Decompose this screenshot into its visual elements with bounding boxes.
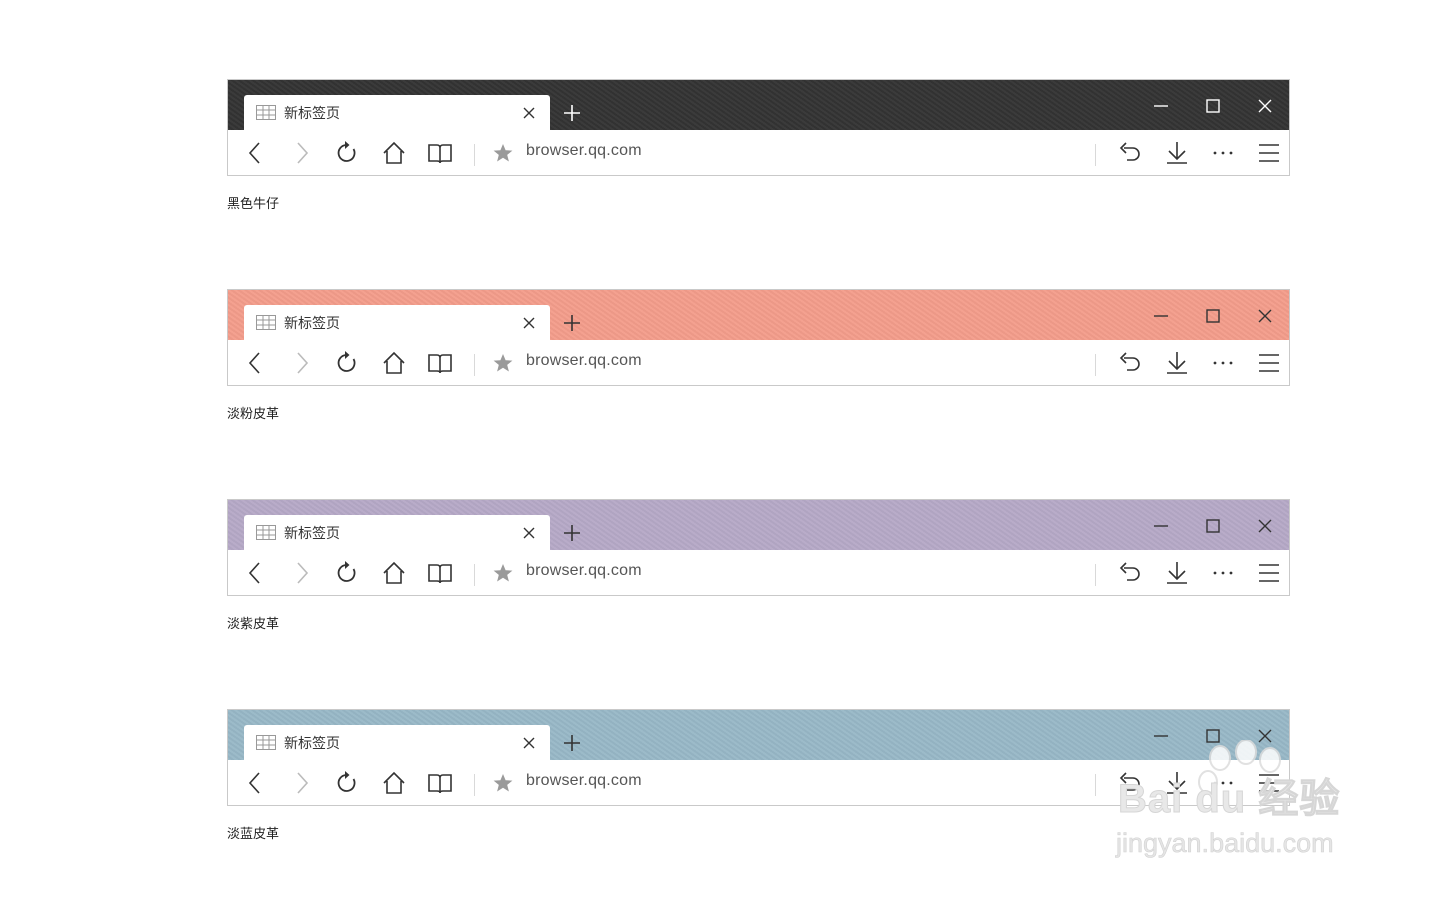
- ellipsis-icon[interactable]: [1210, 560, 1236, 586]
- home-icon[interactable]: [381, 770, 407, 796]
- new-tab-plus-icon[interactable]: [563, 104, 581, 122]
- new-tab-plus-icon[interactable]: [563, 734, 581, 752]
- skin-caption: 淡粉皮革: [227, 407, 280, 422]
- window-close-icon[interactable]: [1255, 306, 1275, 326]
- minimize-icon[interactable]: [1151, 306, 1171, 326]
- refresh-icon[interactable]: [334, 140, 360, 166]
- hamburger-icon[interactable]: [1256, 560, 1282, 586]
- address-bar-url[interactable]: browser.qq.com: [526, 352, 642, 370]
- home-icon[interactable]: [381, 140, 407, 166]
- refresh-icon[interactable]: [334, 560, 360, 586]
- separator: [1095, 354, 1096, 376]
- skin-caption: 淡蓝皮革: [227, 827, 280, 842]
- tab-close-icon[interactable]: [522, 106, 536, 120]
- toolbar: browser.qq.com: [228, 550, 1289, 595]
- chevron-left-icon[interactable]: [242, 770, 268, 796]
- separator: [1095, 564, 1096, 586]
- chevron-right-icon[interactable]: [289, 770, 315, 796]
- book-icon[interactable]: [427, 350, 453, 376]
- download-icon[interactable]: [1164, 560, 1190, 586]
- browser-frame: 新标签页 browser.qq.com: [227, 289, 1290, 386]
- chevron-right-icon[interactable]: [289, 140, 315, 166]
- grid-icon: [256, 735, 276, 750]
- refresh-icon[interactable]: [334, 350, 360, 376]
- download-icon[interactable]: [1164, 350, 1190, 376]
- chevron-left-icon[interactable]: [242, 140, 268, 166]
- tab-close-icon[interactable]: [522, 736, 536, 750]
- separator: [474, 774, 475, 796]
- title-bar: 新标签页: [228, 500, 1289, 550]
- tab-new[interactable]: 新标签页: [244, 515, 550, 550]
- address-bar-url[interactable]: browser.qq.com: [526, 142, 642, 160]
- browser-frame: 新标签页 browser.qq.com: [227, 499, 1290, 596]
- book-icon[interactable]: [427, 560, 453, 586]
- maximize-icon[interactable]: [1203, 306, 1223, 326]
- separator: [1095, 144, 1096, 166]
- home-icon[interactable]: [381, 560, 407, 586]
- address-bar-url[interactable]: browser.qq.com: [526, 562, 642, 580]
- tab-title: 新标签页: [284, 106, 340, 122]
- ellipsis-icon[interactable]: [1210, 140, 1236, 166]
- title-bar: 新标签页: [228, 290, 1289, 340]
- star-icon[interactable]: [492, 563, 514, 583]
- chevron-left-icon[interactable]: [242, 350, 268, 376]
- separator: [474, 354, 475, 376]
- skin-caption: 淡紫皮革: [227, 617, 280, 632]
- star-icon[interactable]: [492, 143, 514, 163]
- browser-skin-2: 新标签页 browser.qq.com: [227, 289, 1290, 386]
- star-icon[interactable]: [492, 773, 514, 793]
- download-icon[interactable]: [1164, 140, 1190, 166]
- hamburger-icon[interactable]: [1256, 140, 1282, 166]
- toolbar: browser.qq.com: [228, 130, 1289, 175]
- tab-title: 新标签页: [284, 526, 340, 542]
- undo-icon[interactable]: [1118, 140, 1144, 166]
- tab-title: 新标签页: [284, 316, 340, 332]
- browser-skin-1: 新标签页 browser.qq.com: [227, 79, 1290, 176]
- window-close-icon[interactable]: [1255, 96, 1275, 116]
- chevron-right-icon[interactable]: [289, 350, 315, 376]
- skin-caption: 黑色牛仔: [227, 197, 280, 212]
- chevron-left-icon[interactable]: [242, 560, 268, 586]
- undo-icon[interactable]: [1118, 560, 1144, 586]
- tab-close-icon[interactable]: [522, 316, 536, 330]
- minimize-icon[interactable]: [1151, 516, 1171, 536]
- toolbar: browser.qq.com: [228, 340, 1289, 385]
- book-icon[interactable]: [427, 770, 453, 796]
- hamburger-icon[interactable]: [1256, 350, 1282, 376]
- tab-new[interactable]: 新标签页: [244, 725, 550, 760]
- minimize-icon[interactable]: [1151, 96, 1171, 116]
- separator: [1095, 774, 1096, 796]
- grid-icon: [256, 525, 276, 540]
- grid-icon: [256, 315, 276, 330]
- book-icon[interactable]: [427, 140, 453, 166]
- browser-frame: 新标签页 browser.qq.com: [227, 79, 1290, 176]
- home-icon[interactable]: [381, 350, 407, 376]
- tab-title: 新标签页: [284, 736, 340, 752]
- maximize-icon[interactable]: [1203, 96, 1223, 116]
- tab-close-icon[interactable]: [522, 526, 536, 540]
- undo-icon[interactable]: [1118, 350, 1144, 376]
- title-bar: 新标签页: [228, 80, 1289, 130]
- browser-skin-3: 新标签页 browser.qq.com: [227, 499, 1290, 596]
- chevron-right-icon[interactable]: [289, 560, 315, 586]
- new-tab-plus-icon[interactable]: [563, 314, 581, 332]
- separator: [474, 144, 475, 166]
- star-icon[interactable]: [492, 353, 514, 373]
- ellipsis-icon[interactable]: [1210, 350, 1236, 376]
- new-tab-plus-icon[interactable]: [563, 524, 581, 542]
- watermark-url: jingyan.baidu.com: [1116, 828, 1334, 859]
- separator: [474, 564, 475, 586]
- watermark-brand: Bai du 经验: [1117, 777, 1341, 822]
- tab-new[interactable]: 新标签页: [244, 305, 550, 340]
- grid-icon: [256, 105, 276, 120]
- tab-new[interactable]: 新标签页: [244, 95, 550, 130]
- maximize-icon[interactable]: [1203, 516, 1223, 536]
- refresh-icon[interactable]: [334, 770, 360, 796]
- window-close-icon[interactable]: [1255, 516, 1275, 536]
- address-bar-url[interactable]: browser.qq.com: [526, 772, 642, 790]
